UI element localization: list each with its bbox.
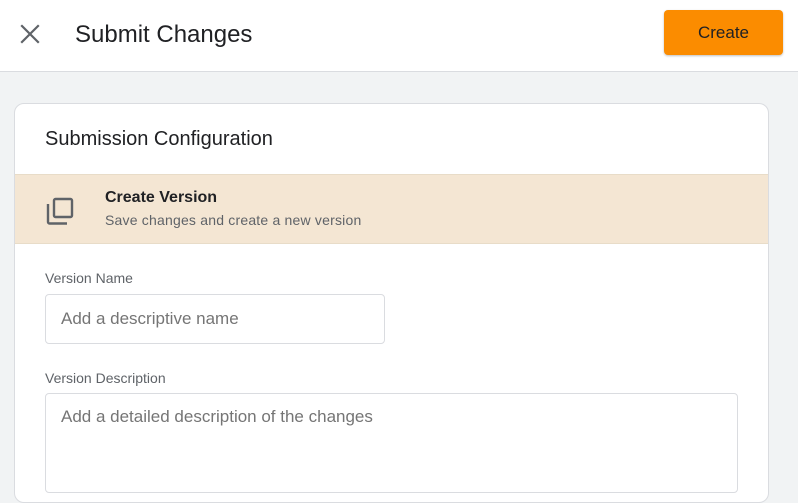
option-title: Create Version <box>105 189 218 206</box>
option-subtitle: Save changes and create a new version <box>105 212 362 228</box>
version-description-input[interactable] <box>45 393 738 493</box>
version-name-label: Version Name <box>45 270 133 286</box>
copy-icon <box>46 197 74 225</box>
top-bar: Submit Changes Create <box>0 0 798 72</box>
version-description-label: Version Description <box>45 370 166 386</box>
close-icon <box>20 24 40 44</box>
page-title: Submit Changes <box>75 21 253 48</box>
create-button[interactable]: Create <box>664 10 783 55</box>
submission-configuration-card: Submission Configuration Create Version … <box>14 103 769 503</box>
create-version-option[interactable]: Create Version Save changes and create a… <box>15 174 768 244</box>
close-button[interactable] <box>14 18 46 50</box>
card-title: Submission Configuration <box>45 128 273 150</box>
version-name-input[interactable] <box>45 294 385 344</box>
